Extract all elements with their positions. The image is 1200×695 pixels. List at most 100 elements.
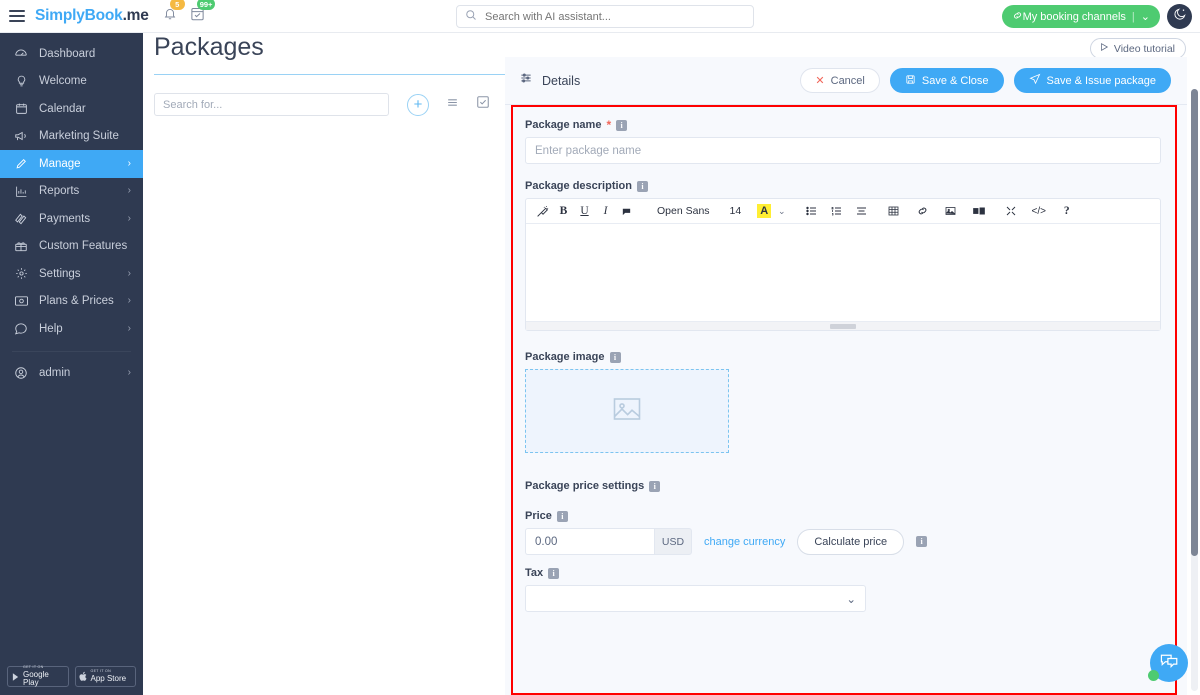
add-package-button[interactable]: + <box>407 93 429 116</box>
text-color-icon[interactable]: A <box>757 204 772 218</box>
font-size-select[interactable]: 14 <box>724 201 748 222</box>
search-icon <box>465 8 477 26</box>
notifications-bell[interactable]: 5 <box>163 0 185 26</box>
fullscreen-icon[interactable] <box>1000 201 1021 222</box>
lightbulb-icon <box>12 73 30 89</box>
info-icon[interactable]: i <box>556 510 568 522</box>
editor-content-area[interactable] <box>526 224 1160 321</box>
price-row: 0.00 USD change currency Calculate price… <box>525 528 1161 555</box>
sidebar-item-welcome[interactable]: Welcome <box>0 68 143 96</box>
bar-chart-icon <box>12 183 30 199</box>
link-icon <box>1012 10 1023 24</box>
bullet-list-icon[interactable] <box>801 201 822 222</box>
search-input[interactable] <box>483 9 733 24</box>
required-asterisk: * <box>606 118 612 132</box>
sidebar-item-label: Marketing Suite <box>39 130 119 143</box>
calculate-price-button[interactable]: Calculate price <box>797 528 905 555</box>
package-price-settings-label: Package price settings <box>525 480 645 492</box>
sidebar-item-calendar[interactable]: Calendar <box>0 95 143 123</box>
chevron-down-icon[interactable]: ⌄ <box>1141 10 1150 23</box>
details-panel: Details ✕ Cancel Save & Close Save & Iss… <box>505 57 1187 695</box>
chevron-right-icon: › <box>127 267 131 279</box>
info-icon[interactable]: i <box>548 567 560 579</box>
sidebar-item-help[interactable]: Help › <box>0 315 143 343</box>
format-brush-icon[interactable] <box>532 201 553 222</box>
my-booking-channels-button[interactable]: My booking channels | ⌄ <box>1001 5 1160 28</box>
info-icon[interactable]: i <box>637 180 648 192</box>
color-chevron-icon[interactable]: ⌄ <box>771 201 792 222</box>
chat-widget-button[interactable] <box>1148 644 1188 682</box>
info-icon[interactable]: i <box>649 480 661 492</box>
table-icon[interactable] <box>883 201 904 222</box>
select-all-button[interactable] <box>476 95 490 114</box>
sidebar-item-settings[interactable]: Settings › <box>0 260 143 288</box>
price-input[interactable]: 0.00 <box>525 528 654 555</box>
calendar-check-button[interactable]: 99+ <box>190 0 216 26</box>
package-price-settings-section: Package price settings i <box>525 480 1161 492</box>
search-for-input[interactable]: Search for... <box>154 93 389 116</box>
sidebar-item-manage[interactable]: Manage › <box>0 150 143 178</box>
highlight-icon[interactable] <box>616 201 637 222</box>
app-store-badge[interactable]: GET IT ON App Store <box>74 666 136 687</box>
money-icon <box>12 293 30 309</box>
sidebar-item-plans-prices[interactable]: Plans & Prices › <box>0 288 143 316</box>
logo-part-3: .me <box>122 7 149 24</box>
rich-text-editor: B U I Open Sans 14 A ⌄ </> ? <box>525 198 1161 331</box>
google-play-badge[interactable]: GET IT ON Google Play <box>7 666 69 687</box>
info-icon[interactable]: i <box>916 536 928 547</box>
source-code-icon[interactable]: </> <box>1028 201 1049 222</box>
tax-select[interactable]: ⌄ <box>525 585 866 612</box>
sidebar-item-reports[interactable]: Reports › <box>0 178 143 206</box>
send-icon <box>1028 73 1041 88</box>
tax-label: Tax <box>525 567 544 579</box>
save-close-label: Save & Close <box>921 74 989 87</box>
sidebar-item-marketing-suite[interactable]: Marketing Suite <box>0 123 143 151</box>
package-description-label-row: Package description i <box>525 180 1161 192</box>
align-icon[interactable] <box>851 201 872 222</box>
gift-icon <box>12 238 30 254</box>
chevron-down-icon: ⌄ <box>846 593 856 606</box>
info-icon[interactable]: i <box>616 119 628 131</box>
ai-search-bar[interactable] <box>456 5 754 28</box>
divider: | <box>1131 10 1135 23</box>
list-icon <box>445 96 460 114</box>
pencil-icon <box>12 156 30 172</box>
change-currency-link[interactable]: change currency <box>704 536 785 548</box>
list-toolbar: Search for... + <box>154 93 490 116</box>
hamburger-icon[interactable] <box>9 7 25 25</box>
image-placeholder-icon <box>612 396 642 427</box>
italic-icon[interactable]: I <box>595 201 616 222</box>
font-family-select[interactable]: Open Sans <box>651 201 716 222</box>
save-issue-package-button[interactable]: Save & Issue package <box>1013 68 1171 93</box>
sidebar-item-label: Manage <box>39 157 81 170</box>
package-description-label: Package description <box>525 180 632 192</box>
image-icon[interactable] <box>940 201 961 222</box>
simplybook-logo[interactable]: SimplyBook.me <box>35 7 149 25</box>
user-icon <box>12 365 30 381</box>
info-icon[interactable]: i <box>609 351 621 363</box>
scrollbar-thumb[interactable] <box>1191 89 1198 556</box>
help-icon[interactable]: ? <box>1056 201 1077 222</box>
sidebar-item-payments[interactable]: Payments › <box>0 205 143 233</box>
cancel-button[interactable]: ✕ Cancel <box>800 68 880 93</box>
sidebar-item-dashboard[interactable]: Dashboard <box>0 40 143 68</box>
theme-toggle-button[interactable] <box>1167 4 1192 29</box>
link-icon[interactable] <box>912 201 933 222</box>
badge-big-label: App Store <box>90 673 127 683</box>
sidebar-item-label: Plans & Prices <box>39 295 114 308</box>
video-tutorial-button[interactable]: Video tutorial <box>1089 38 1186 59</box>
editor-resize-handle[interactable] <box>526 321 1160 330</box>
app-root: Dashboard Welcome Calendar Marketing Sui… <box>0 0 1200 695</box>
details-actions: ✕ Cancel Save & Close Save & Issue packa… <box>800 68 1171 93</box>
sidebar-item-custom-features[interactable]: Custom Features <box>0 233 143 261</box>
list-view-button[interactable] <box>445 96 460 114</box>
video-icon[interactable] <box>968 201 989 222</box>
sidebar-item-admin[interactable]: admin › <box>0 360 143 388</box>
underline-icon[interactable]: U <box>574 201 595 222</box>
numbered-list-icon[interactable] <box>826 201 847 222</box>
save-close-button[interactable]: Save & Close <box>889 68 1004 93</box>
package-name-input[interactable]: Enter package name <box>525 137 1161 164</box>
price-label: Price <box>525 510 552 522</box>
bold-icon[interactable]: B <box>553 201 574 222</box>
package-image-dropzone[interactable] <box>525 369 729 453</box>
